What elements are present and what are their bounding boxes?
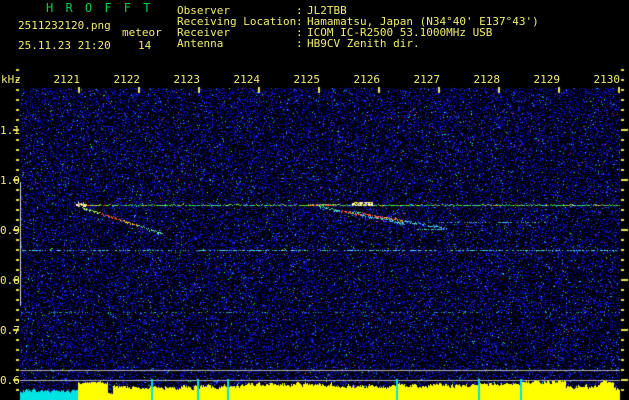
time-label-2126: 2126 xyxy=(353,73,381,86)
freq-label-0.8: 0.8 xyxy=(0,274,20,287)
freq-label-1.0: 1.0 xyxy=(0,174,20,187)
time-label-2124: 2124 xyxy=(233,73,261,86)
time-label-2129: 2129 xyxy=(533,73,561,86)
spectrogram-canvas xyxy=(0,0,629,400)
time-label-2125: 2125 xyxy=(293,73,321,86)
time-label-2130: 2130 xyxy=(593,73,621,86)
time-label-2121: 2121 xyxy=(53,73,81,86)
time-label-2128: 2128 xyxy=(473,73,501,86)
freq-axis-unit: kHz xyxy=(1,73,21,86)
info-colon: : xyxy=(296,37,303,50)
info-label: Antenna xyxy=(177,37,224,50)
freq-label-1.1: 1.1 xyxy=(0,124,20,137)
info-value: HB9CV Zenith dir. xyxy=(307,37,420,50)
info-row-antenna: Antenna : HB9CV Zenith dir. xyxy=(0,38,629,49)
freq-label-0.6: 0.6 xyxy=(0,374,20,387)
time-label-2127: 2127 xyxy=(413,73,441,86)
freq-label-0.9: 0.9 xyxy=(0,224,20,237)
time-label-2122: 2122 xyxy=(113,73,141,86)
time-label-2123: 2123 xyxy=(173,73,201,86)
freq-label-0.7: 0.7 xyxy=(0,324,20,337)
hrofft-screen: H R O F F T 2511232120.png meteor 25.11.… xyxy=(0,0,629,400)
